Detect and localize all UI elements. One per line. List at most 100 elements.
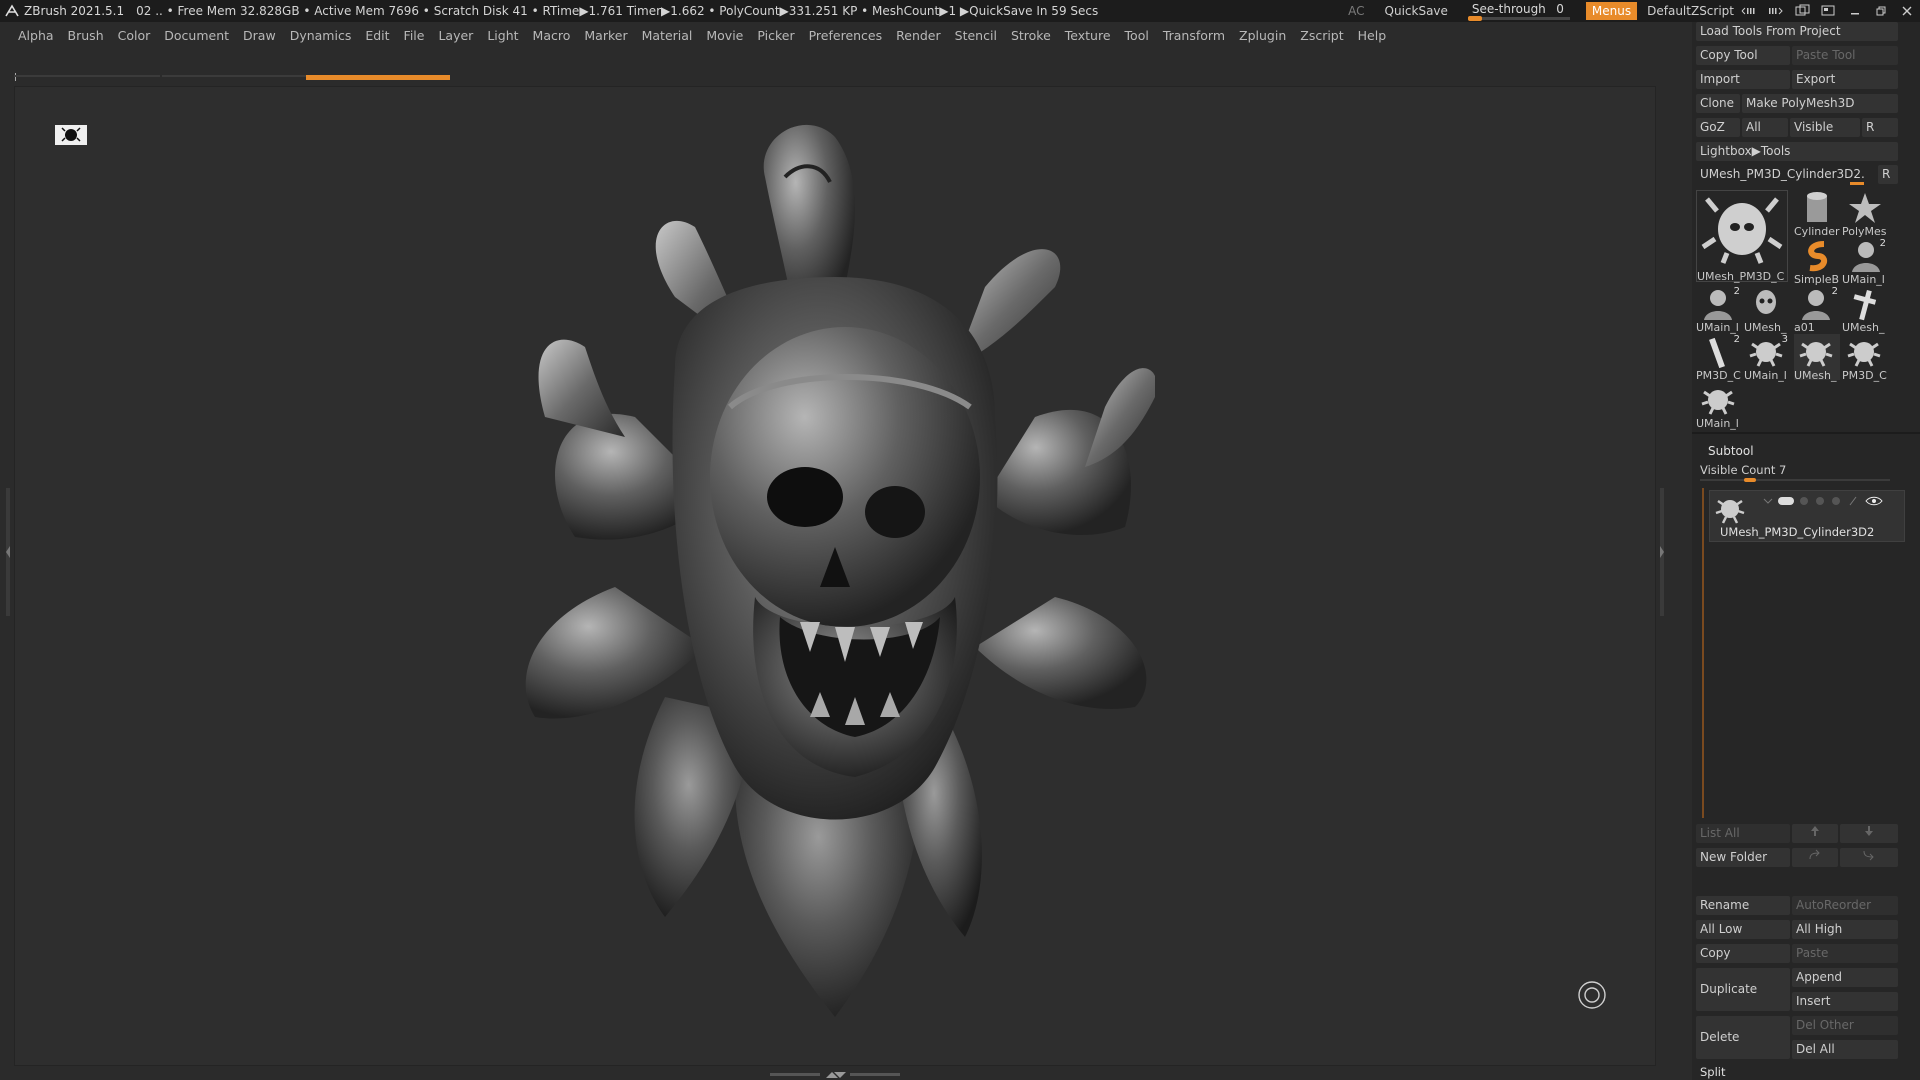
menu-help[interactable]: Help (1351, 22, 1394, 50)
menu-document[interactable]: Document (157, 22, 236, 50)
menu-movie[interactable]: Movie (699, 22, 750, 50)
folder-down-button[interactable] (1840, 848, 1898, 867)
menu-dynamics[interactable]: Dynamics (283, 22, 359, 50)
skull-sculpt-model[interactable] (515, 117, 1155, 1037)
menu-stroke[interactable]: Stroke (1004, 22, 1058, 50)
copy-tool-button[interactable]: Copy Tool (1696, 46, 1790, 65)
quicksave-button[interactable]: QuickSave (1375, 0, 1458, 22)
make-polymesh3d-button[interactable]: Make PolyMesh3D (1742, 94, 1898, 113)
rename-button[interactable]: Rename (1696, 896, 1790, 915)
menu-draw[interactable]: Draw (236, 22, 283, 50)
move-down-button[interactable] (1840, 824, 1898, 843)
menu-material[interactable]: Material (635, 22, 700, 50)
insert-button[interactable]: Insert (1792, 992, 1898, 1011)
tab-segment[interactable] (14, 75, 160, 77)
import-button[interactable]: Import (1696, 70, 1790, 89)
tool-tile[interactable]: UMesh_ (1744, 286, 1790, 334)
tab-segment[interactable] (162, 75, 306, 77)
delete-button[interactable]: Delete (1696, 1016, 1790, 1059)
lightbox-tools-button[interactable]: Lightbox▶Tools (1696, 142, 1898, 161)
menu-picker[interactable]: Picker (750, 22, 801, 50)
goz-visible-button[interactable]: Visible (1790, 118, 1860, 137)
tool-tile[interactable]: 2 UMain_l (1696, 286, 1742, 334)
layout-icon[interactable] (1738, 0, 1764, 22)
see-through-knob[interactable] (1467, 16, 1482, 21)
all-high-button[interactable]: All High (1792, 920, 1898, 939)
minimize-icon[interactable] (1842, 0, 1868, 22)
menu-edit[interactable]: Edit (358, 22, 396, 50)
tool-slider-knob[interactable] (1850, 182, 1864, 185)
split-section-title[interactable]: Split (1700, 1065, 1726, 1079)
menu-color[interactable]: Color (111, 22, 158, 50)
export-button[interactable]: Export (1792, 70, 1898, 89)
menu-zplugin[interactable]: Zplugin (1232, 22, 1293, 50)
menu-layer[interactable]: Layer (431, 22, 480, 50)
current-tool-r-button[interactable]: R (1878, 165, 1898, 184)
bottom-tray-handle[interactable] (770, 1068, 900, 1080)
menu-zscript[interactable]: Zscript (1293, 22, 1350, 50)
copy-ui-icon[interactable] (1790, 0, 1816, 22)
tool-tile[interactable]: PM3D_C (1842, 334, 1888, 382)
load-tools-from-project-button[interactable]: Load Tools From Project (1696, 22, 1898, 41)
active-tab-segment[interactable] (306, 75, 450, 80)
clone-button[interactable]: Clone (1696, 94, 1740, 113)
tool-tile[interactable]: 2 a01 (1794, 286, 1840, 334)
menu-light[interactable]: Light (480, 22, 525, 50)
menus-button[interactable]: Menus (1585, 2, 1638, 20)
menu-render[interactable]: Render (889, 22, 948, 50)
menu-macro[interactable]: Macro (526, 22, 578, 50)
all-low-button[interactable]: All Low (1696, 920, 1790, 939)
goz-r-button[interactable]: R (1862, 118, 1898, 137)
menu-alpha[interactable]: Alpha (11, 22, 61, 50)
copy-subtool-button[interactable]: Copy (1696, 944, 1790, 963)
append-button[interactable]: Append (1792, 968, 1898, 987)
goz-button[interactable]: GoZ (1696, 118, 1740, 137)
menu-texture[interactable]: Texture (1058, 22, 1118, 50)
layout-icon[interactable] (1764, 0, 1790, 22)
tool-tile[interactable]: SimpleB (1794, 238, 1840, 286)
gizmo-circle-icon[interactable] (1577, 980, 1607, 1010)
folder-up-button[interactable] (1792, 848, 1838, 867)
tool-tile[interactable]: 3 UMain_l (1744, 334, 1790, 382)
del-other-button[interactable]: Del Other (1792, 1016, 1898, 1035)
menu-tool[interactable]: Tool (1118, 22, 1156, 50)
tool-tile[interactable]: UMesh_ (1842, 286, 1888, 334)
right-tray-handle[interactable] (1660, 488, 1664, 616)
subtool-item[interactable]: UMesh_PM3D_Cylinder3D2 (1709, 490, 1905, 542)
document-canvas[interactable] (14, 86, 1656, 1066)
close-icon[interactable] (1894, 0, 1920, 22)
current-tool-name[interactable]: UMesh_PM3D_Cylinder3D2. (1696, 165, 1876, 184)
menu-preferences[interactable]: Preferences (802, 22, 890, 50)
subtool-title[interactable]: Subtool (1708, 444, 1754, 458)
tool-tile-selected[interactable]: UMesh_ (1794, 334, 1840, 382)
paste-subtool-button[interactable]: Paste (1792, 944, 1898, 963)
subtool-controls-icon[interactable] (1758, 495, 1908, 507)
ac-button[interactable]: AC (1338, 0, 1374, 22)
move-up-button[interactable] (1792, 824, 1838, 843)
tool-tile[interactable]: 2 UMain_l (1842, 238, 1888, 286)
goz-all-button[interactable]: All (1742, 118, 1788, 137)
new-folder-button[interactable]: New Folder (1696, 848, 1790, 867)
list-all-button[interactable]: List All (1696, 824, 1790, 843)
menu-brush[interactable]: Brush (61, 22, 111, 50)
see-through-slider[interactable]: See-through 0 (1464, 0, 1574, 22)
restore-icon[interactable] (1868, 0, 1894, 22)
autoreorder-button[interactable]: AutoReorder (1792, 896, 1898, 915)
tool-tile[interactable]: PolyMes (1842, 190, 1888, 238)
tool-tile[interactable]: UMesh_PM3D_C (1696, 190, 1788, 283)
del-all-button[interactable]: Del All (1792, 1040, 1898, 1059)
default-zscript-button[interactable]: DefaultZScript (1643, 0, 1738, 22)
custom-ui-icon[interactable] (1816, 0, 1842, 22)
subtool-scrollbar[interactable] (1702, 488, 1704, 818)
visible-count-knob[interactable] (1744, 478, 1756, 482)
duplicate-button[interactable]: Duplicate (1696, 968, 1790, 1011)
tool-tile[interactable]: 2 PM3D_C (1696, 334, 1742, 382)
visible-count-track[interactable] (1700, 479, 1890, 481)
left-tray-handle[interactable] (6, 488, 10, 616)
menu-file[interactable]: File (397, 22, 432, 50)
menu-transform[interactable]: Transform (1156, 22, 1232, 50)
menu-stencil[interactable]: Stencil (948, 22, 1004, 50)
paste-tool-button[interactable]: Paste Tool (1792, 46, 1898, 65)
menu-marker[interactable]: Marker (577, 22, 634, 50)
tool-tile[interactable]: Cylinder (1794, 190, 1840, 238)
